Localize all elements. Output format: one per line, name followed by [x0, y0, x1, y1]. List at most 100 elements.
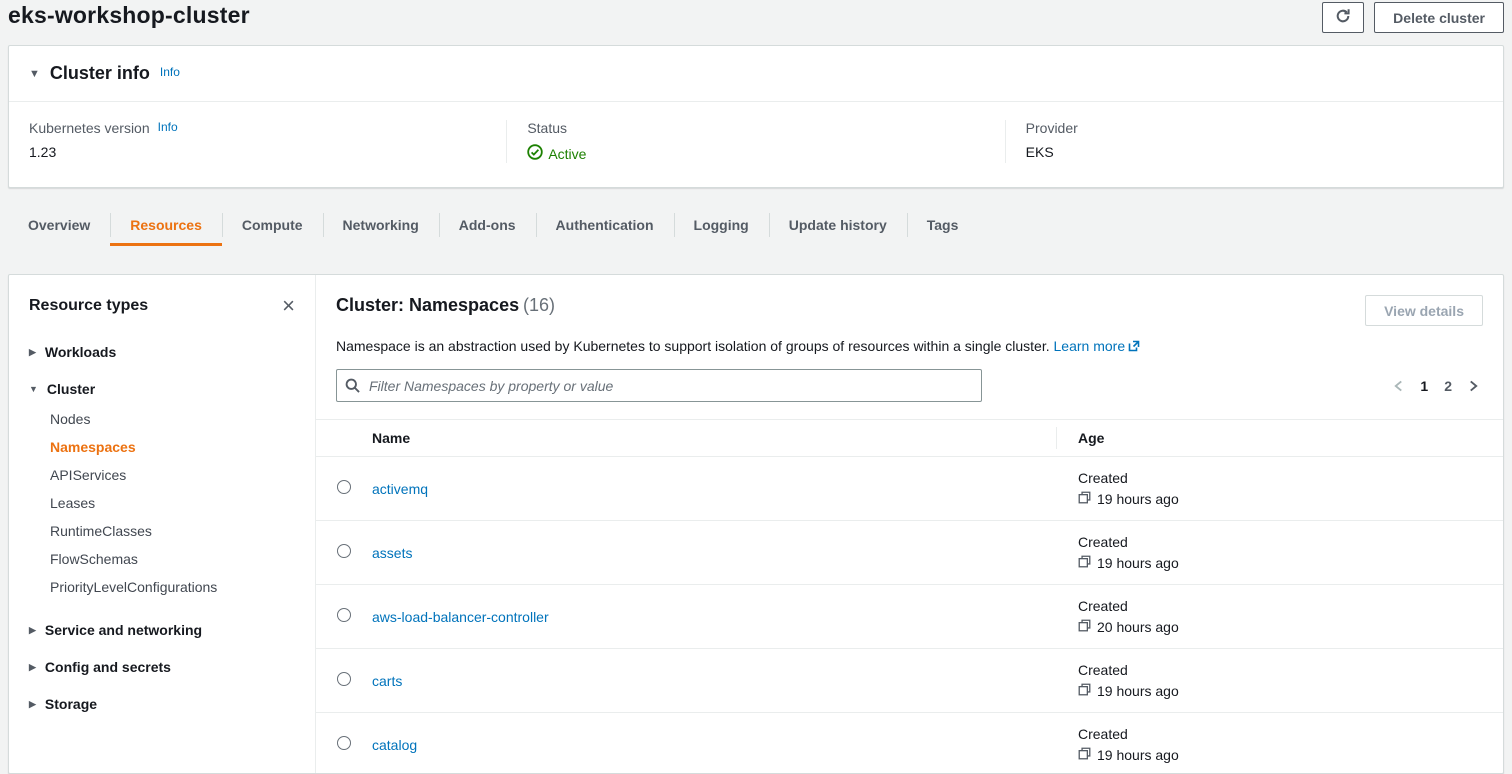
namespace-link[interactable]: assets — [372, 545, 412, 561]
cluster-info-title: Cluster info — [50, 63, 150, 84]
created-label: Created — [1078, 534, 1503, 550]
row-radio[interactable] — [337, 736, 351, 750]
close-icon[interactable]: × — [282, 295, 295, 317]
age-cell: Created 19 hours ago — [1056, 652, 1503, 709]
resource-types-title: Resource types — [29, 297, 148, 315]
namespaces-description: Namespace is an abstraction used by Kube… — [336, 338, 1483, 354]
table-row: carts Created 19 hours ago — [316, 649, 1503, 713]
namespace-link[interactable]: carts — [372, 673, 402, 689]
nav-section-cluster: ▼ Cluster Nodes Namespaces APIServices L… — [29, 381, 295, 601]
cluster-children: Nodes Namespaces APIServices Leases Runt… — [50, 405, 295, 601]
filter-input[interactable] — [336, 369, 982, 402]
namespace-link[interactable]: catalog — [372, 737, 417, 753]
row-radio[interactable] — [337, 672, 351, 686]
sidebar-item-prioritylevelconfigurations[interactable]: PriorityLevelConfigurations — [50, 573, 295, 601]
tab-update-history[interactable]: Update history — [769, 204, 907, 246]
sidebar-item-namespaces[interactable]: Namespaces — [50, 433, 295, 461]
status-text: Active — [548, 146, 586, 162]
collapse-caret-icon[interactable]: ▼ — [29, 68, 40, 80]
resources-panel: Resource types × ▶ Workloads ▼ Cluster — [8, 274, 1504, 774]
sidebar-item-leases[interactable]: Leases — [50, 489, 295, 517]
provider-value: EKS — [1026, 144, 1483, 160]
created-label: Created — [1078, 726, 1503, 742]
external-link-icon — [1128, 339, 1140, 355]
previous-page-icon[interactable] — [1393, 379, 1404, 393]
namespaces-header: Cluster: Namespaces (16) View details — [336, 295, 1483, 326]
age-value: 19 hours ago — [1097, 747, 1179, 763]
sidebar-item-service-and-networking[interactable]: ▶ Service and networking — [29, 622, 295, 638]
age-cell: Created 19 hours ago — [1056, 716, 1503, 773]
namespaces-title: Cluster: Namespaces — [336, 295, 519, 315]
page-number-2[interactable]: 2 — [1444, 378, 1452, 394]
status-check-icon — [527, 144, 543, 163]
page-number-1[interactable]: 1 — [1420, 378, 1428, 394]
chevron-right-icon: ▶ — [29, 662, 36, 673]
sidebar-item-workloads[interactable]: ▶ Workloads — [29, 344, 295, 360]
view-details-button[interactable]: View details — [1365, 295, 1483, 326]
created-label: Created — [1078, 662, 1503, 678]
pagination: 1 2 — [1393, 378, 1483, 394]
table-row: activemq Created 19 hours ago — [316, 457, 1503, 521]
chevron-right-icon: ▶ — [29, 699, 36, 710]
row-radio[interactable] — [337, 480, 351, 494]
copy-icon[interactable] — [1078, 619, 1091, 635]
tab-compute[interactable]: Compute — [222, 204, 323, 246]
table-controls: 1 2 — [336, 369, 1483, 402]
tab-networking[interactable]: Networking — [323, 204, 439, 246]
table-row: catalog Created 19 hours ago — [316, 713, 1503, 774]
cluster-info-info-link[interactable]: Info — [160, 65, 180, 79]
copy-icon[interactable] — [1078, 491, 1091, 507]
status-value: Active — [527, 144, 586, 163]
page-title: eks-workshop-cluster — [8, 2, 250, 29]
tab-resources[interactable]: Resources — [110, 204, 222, 246]
sidebar-item-config-and-secrets[interactable]: ▶ Config and secrets — [29, 659, 295, 675]
sidebar-item-cluster[interactable]: ▼ Cluster — [29, 381, 295, 397]
cluster-info-header: ▼ Cluster info Info — [9, 46, 1503, 102]
tab-overview[interactable]: Overview — [8, 204, 110, 246]
status-field: Status Active — [506, 120, 1004, 163]
delete-cluster-button[interactable]: Delete cluster — [1374, 2, 1504, 33]
age-cell: Created 19 hours ago — [1056, 460, 1503, 517]
chevron-right-icon: ▶ — [29, 625, 36, 636]
sidebar-item-apiservices[interactable]: APIServices — [50, 461, 295, 489]
copy-icon[interactable] — [1078, 555, 1091, 571]
table-header-row: Name Age — [316, 419, 1503, 457]
next-page-icon[interactable] — [1468, 379, 1479, 393]
copy-icon[interactable] — [1078, 683, 1091, 699]
row-radio[interactable] — [337, 608, 351, 622]
nav-section-storage: ▶ Storage — [29, 696, 295, 712]
tab-authentication[interactable]: Authentication — [536, 204, 674, 246]
sidebar-item-nodes[interactable]: Nodes — [50, 405, 295, 433]
namespace-link[interactable]: aws-load-balancer-controller — [372, 609, 549, 625]
copy-icon[interactable] — [1078, 747, 1091, 763]
learn-more-link[interactable]: Learn more — [1054, 338, 1141, 354]
refresh-icon — [1335, 8, 1351, 27]
sidebar-item-runtimeclasses[interactable]: RuntimeClasses — [50, 517, 295, 545]
namespaces-count: (16) — [523, 295, 555, 315]
resource-types-nav: ▶ Workloads ▼ Cluster Nodes Namespaces A… — [9, 344, 315, 712]
namespaces-top: Cluster: Namespaces (16) View details Na… — [316, 275, 1503, 402]
table-row: aws-load-balancer-controller Created 20 … — [316, 585, 1503, 649]
sidebar-item-flowschemas[interactable]: FlowSchemas — [50, 545, 295, 573]
resource-types-pane: Resource types × ▶ Workloads ▼ Cluster — [9, 275, 316, 773]
table-row: assets Created 19 hours ago — [316, 521, 1503, 585]
kubernetes-version-field: Kubernetes version Info 1.23 — [9, 120, 506, 163]
refresh-button[interactable] — [1322, 2, 1364, 33]
nav-section-config-secrets: ▶ Config and secrets — [29, 659, 295, 675]
age-cell: Created 20 hours ago — [1056, 588, 1503, 645]
chevron-right-icon: ▶ — [29, 347, 36, 358]
kubernetes-version-value: 1.23 — [29, 144, 486, 160]
tab-tags[interactable]: Tags — [907, 204, 979, 246]
namespace-link[interactable]: activemq — [372, 481, 428, 497]
page-header: eks-workshop-cluster Delete cluster — [8, 0, 1504, 43]
namespaces-pane: Cluster: Namespaces (16) View details Na… — [316, 275, 1503, 773]
name-column-header: Name — [372, 420, 1056, 456]
tab-logging[interactable]: Logging — [674, 204, 769, 246]
kubernetes-version-info-link[interactable]: Info — [158, 120, 178, 134]
row-radio[interactable] — [337, 544, 351, 558]
age-column-header: Age — [1056, 420, 1503, 456]
created-label: Created — [1078, 598, 1503, 614]
sidebar-item-storage[interactable]: ▶ Storage — [29, 696, 295, 712]
tab-add-ons[interactable]: Add-ons — [439, 204, 536, 246]
cluster-info-panel: ▼ Cluster info Info Kubernetes version I… — [8, 45, 1504, 188]
